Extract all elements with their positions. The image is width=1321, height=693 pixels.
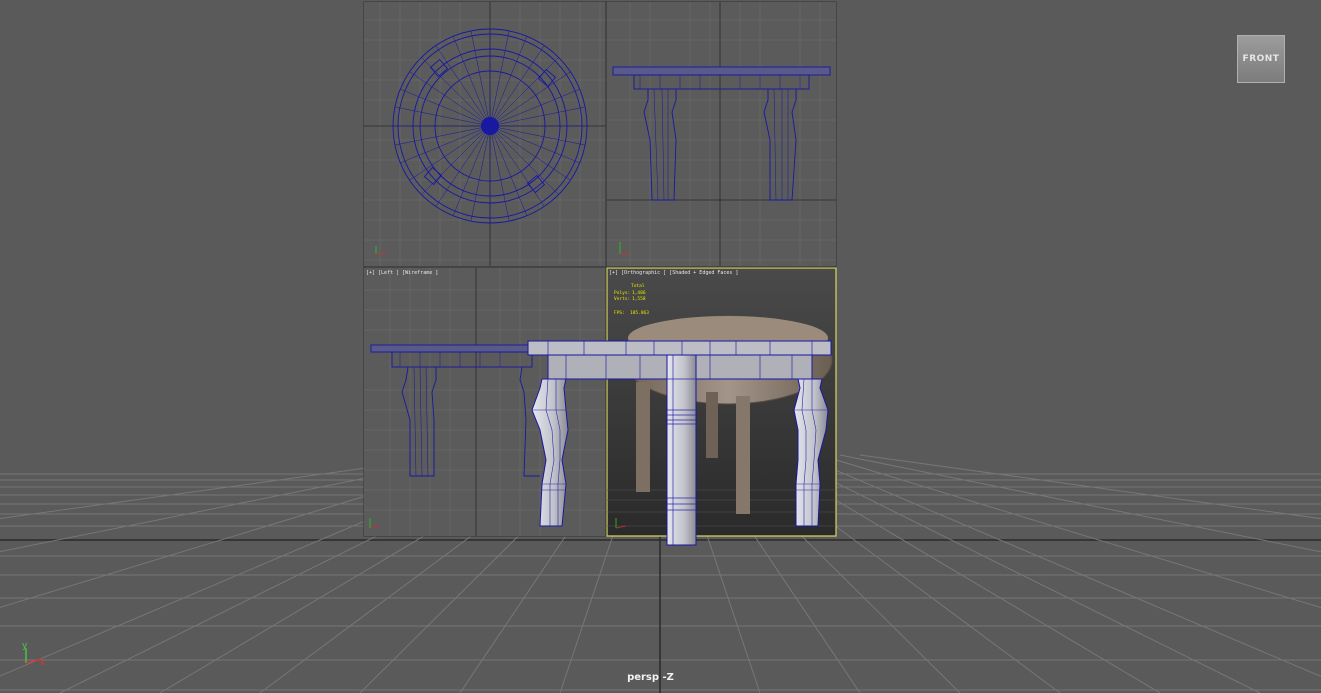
axis-x-label: x bbox=[40, 658, 46, 668]
stats-header: Total bbox=[631, 284, 645, 289]
stats-verts-value: 1,558 bbox=[632, 297, 646, 302]
viewcube[interactable]: FRONT bbox=[1237, 35, 1285, 83]
ref-left-viewport-label: [+] [Left ] [Wireframe ] bbox=[366, 270, 439, 276]
perspective-viewport[interactable]: y x [+] [Left ] [Wireframe ] [+] [Orthog… bbox=[0, 0, 1321, 693]
stats-verts-label: Verts: bbox=[614, 297, 631, 302]
stats-polys-label: Polys: bbox=[614, 291, 631, 296]
ref-top-view bbox=[364, 2, 606, 266]
reference-image-plane bbox=[363, 1, 837, 537]
stats-polys-value: 1,486 bbox=[632, 291, 646, 296]
ref-left-view bbox=[364, 268, 606, 536]
axis-y-label: y bbox=[22, 641, 28, 651]
axis-gizmo-icon: y x bbox=[22, 641, 46, 668]
stats-fps-value: 185.863 bbox=[630, 311, 649, 316]
stats-fps-label: FPS: bbox=[614, 311, 625, 316]
viewport-canvas[interactable]: y x bbox=[0, 0, 1321, 693]
ref-front-view bbox=[607, 2, 836, 266]
viewcube-face-label: FRONT bbox=[1242, 54, 1280, 64]
camera-name-label: persp -Z bbox=[627, 672, 674, 683]
ref-shaded-viewport-label: [+] [Orthographic ] [Shaded + Edged Face… bbox=[609, 270, 739, 276]
